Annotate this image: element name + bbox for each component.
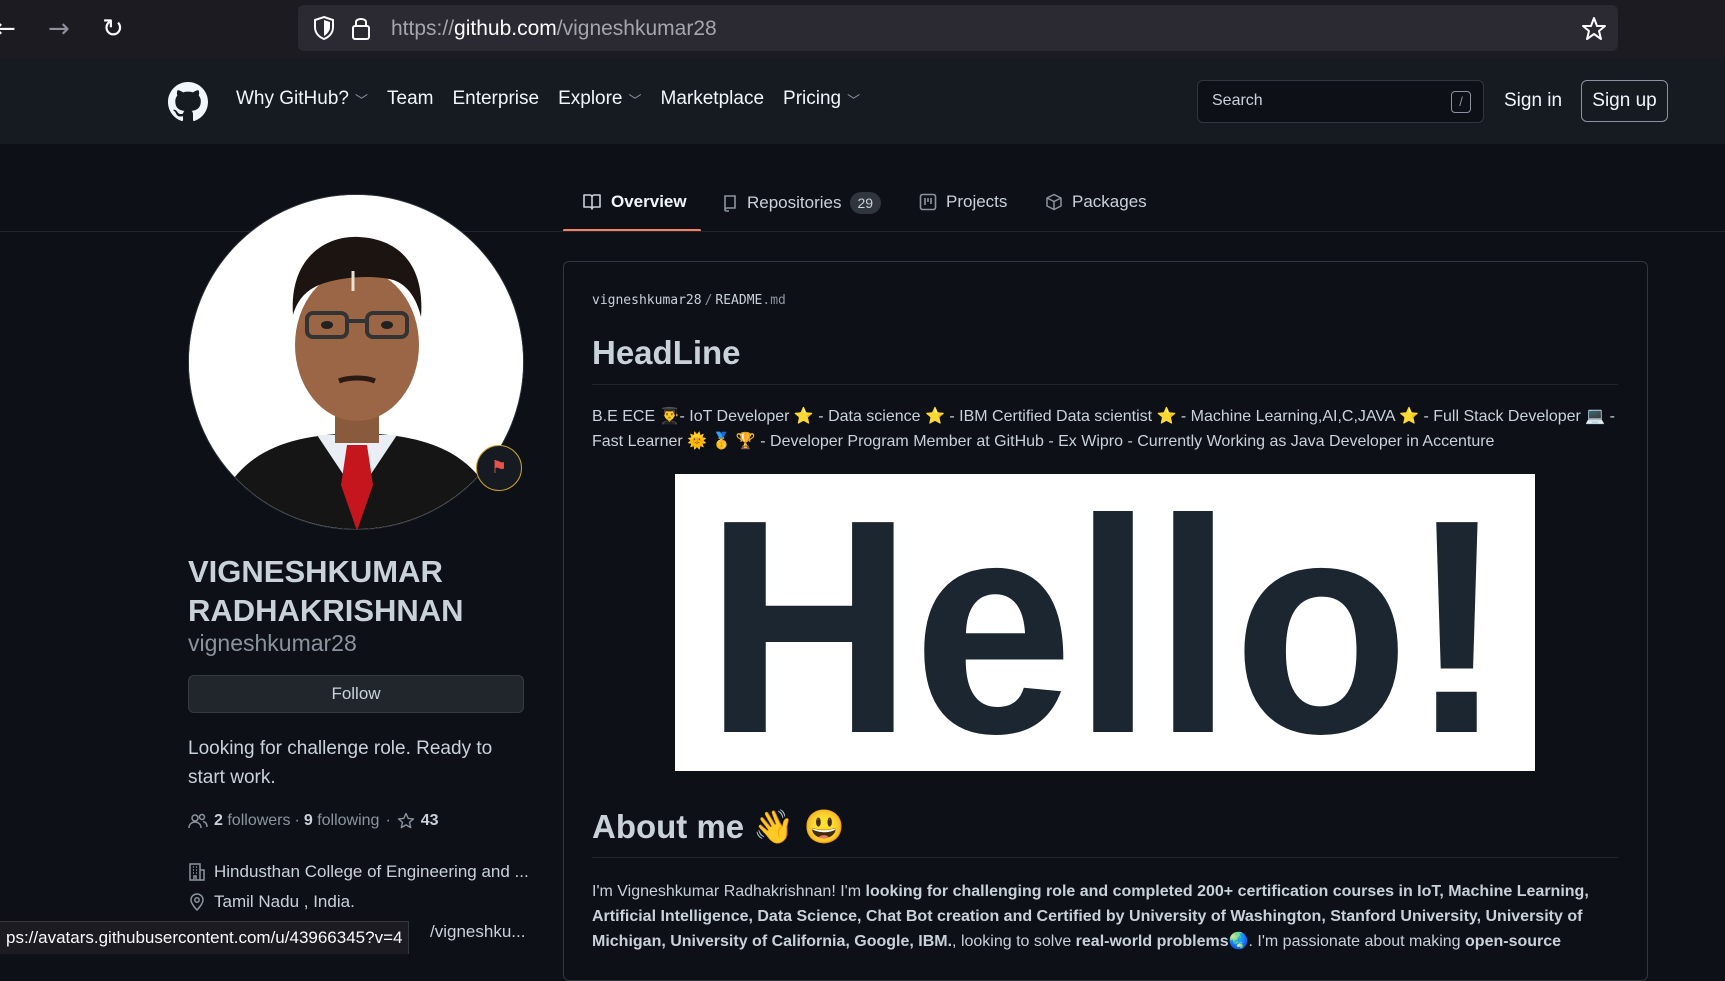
sign-in-link[interactable]: Sign in bbox=[1504, 90, 1562, 112]
profile-login: vigneshkumar28 bbox=[188, 630, 357, 656]
hello-image-text: Hello! bbox=[705, 474, 1505, 771]
tab-repositories[interactable]: Repositories 29 bbox=[722, 192, 882, 214]
chevron-down-icon: ﹀ bbox=[628, 92, 642, 108]
profile-stats: 2 followers · 9 following · 43 bbox=[188, 812, 439, 830]
heading-divider bbox=[592, 857, 1618, 858]
nav-team[interactable]: Team bbox=[387, 88, 433, 110]
repo-icon bbox=[724, 195, 736, 212]
search-placeholder: Search bbox=[1212, 92, 1263, 109]
readme-headline-heading: HeadLine bbox=[592, 334, 741, 371]
package-icon bbox=[1046, 193, 1062, 211]
reload-icon[interactable]: ↻ bbox=[102, 14, 124, 44]
github-logo-icon[interactable] bbox=[168, 82, 208, 122]
readme-file-link[interactable]: README bbox=[715, 293, 762, 308]
profile-bio: Looking for challenge role. Ready to sta… bbox=[188, 738, 493, 788]
readme-about-heading: About me 👋 😃 bbox=[592, 808, 845, 845]
browser-status-bar: ps://avatars.githubusercontent.com/u/439… bbox=[0, 921, 410, 954]
tab-overview[interactable]: Overview bbox=[582, 192, 687, 212]
bookmark-star-icon[interactable] bbox=[1580, 15, 1608, 43]
forward-arrow-icon[interactable]: → bbox=[48, 14, 70, 44]
avatar-portrait bbox=[189, 195, 523, 529]
project-icon bbox=[919, 193, 937, 211]
sign-up-button[interactable]: Sign up bbox=[1581, 80, 1668, 122]
lock-icon[interactable] bbox=[350, 15, 372, 41]
avatar[interactable] bbox=[188, 194, 524, 530]
browser-toolbar: ← → ↻ https://github.com/vigneshkumar28 bbox=[0, 0, 1725, 58]
followers-link[interactable]: 2 followers bbox=[214, 812, 291, 830]
star-icon bbox=[397, 812, 414, 829]
readme-owner-link[interactable]: vigneshkumar28 bbox=[592, 293, 702, 308]
profile-full-name: VIGNESHKUMAR RADHAKRISHNAN bbox=[188, 554, 464, 628]
nav-marketplace[interactable]: Marketplace bbox=[661, 88, 765, 110]
stars-count[interactable]: 43 bbox=[421, 812, 439, 830]
organization-icon bbox=[189, 863, 205, 881]
shield-icon[interactable] bbox=[312, 15, 336, 41]
follow-button[interactable]: Follow bbox=[188, 675, 524, 713]
hello-image: Hello! bbox=[675, 456, 1535, 797]
tab-packages[interactable]: Packages bbox=[1045, 192, 1147, 212]
tab-projects[interactable]: Projects bbox=[919, 192, 1007, 212]
header-nav: Why GitHub? ﹀ Team Enterprise Explore ﹀ Ma… bbox=[236, 88, 879, 110]
following-link[interactable]: 9 following bbox=[304, 812, 380, 830]
chevron-down-icon: ﹀ bbox=[847, 92, 861, 108]
chevron-down-icon: ﹀ bbox=[354, 92, 368, 108]
profile-location: Tamil Nadu , India. bbox=[188, 892, 355, 912]
profile-website-link[interactable]: /vigneshku... bbox=[430, 922, 525, 942]
nav-why-github[interactable]: Why GitHub? ﹀ bbox=[236, 88, 368, 110]
readme-about-text: I'm Vigneshkumar Radhakrishnan! I'm look… bbox=[592, 883, 1589, 950]
people-icon bbox=[188, 813, 208, 829]
profile-organization: Hindusthan College of Engineering and ..… bbox=[188, 862, 529, 882]
readme-path: vigneshkumar28/README.md bbox=[592, 293, 786, 308]
heading-divider bbox=[592, 384, 1618, 385]
github-header: Why GitHub? ﹀ Team Enterprise Explore ﹀ Ma… bbox=[0, 58, 1725, 144]
book-icon bbox=[583, 194, 601, 210]
repositories-count-badge: 29 bbox=[849, 192, 882, 214]
nav-explore[interactable]: Explore ﹀ bbox=[558, 88, 641, 110]
address-bar[interactable]: https://github.com/vigneshkumar28 bbox=[298, 5, 1618, 51]
back-arrow-icon[interactable]: ← bbox=[0, 14, 16, 44]
search-input[interactable]: Search / bbox=[1197, 80, 1484, 123]
status-flag-icon[interactable]: ⚑ bbox=[476, 445, 522, 491]
nav-enterprise[interactable]: Enterprise bbox=[452, 88, 539, 110]
nav-pricing[interactable]: Pricing ﹀ bbox=[783, 88, 860, 110]
location-icon bbox=[190, 893, 204, 912]
readme-headline-text: B.E ECE 👨‍🎓- IoT Developer ⭐ - Data scie… bbox=[592, 408, 1615, 450]
search-shortcut-key: / bbox=[1451, 91, 1471, 113]
url-text: https://github.com/vigneshkumar28 bbox=[391, 17, 717, 40]
